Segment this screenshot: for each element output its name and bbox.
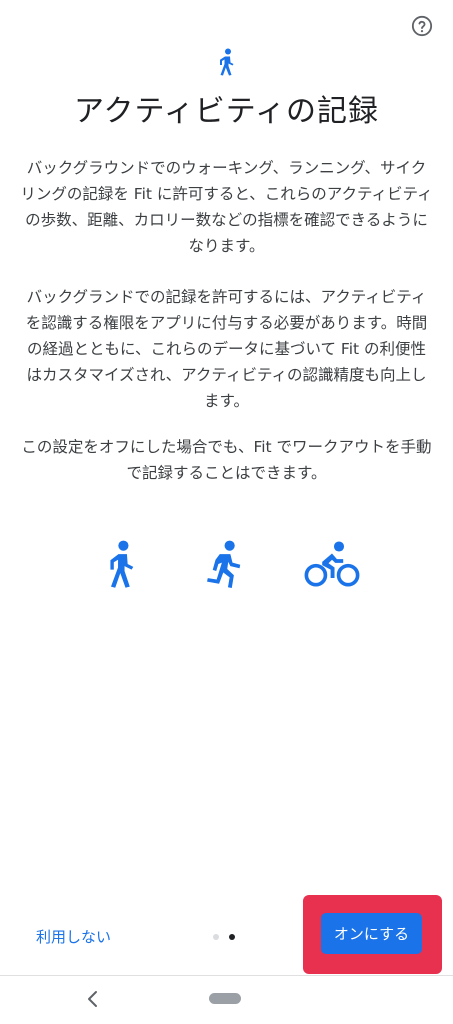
- page-dot-2-active: [229, 934, 235, 940]
- skip-button[interactable]: 利用しない: [36, 926, 111, 947]
- system-navigation-bar: [0, 975, 453, 1024]
- description-paragraph-1: バックグラウンドでのウォーキング、ランニング、サイクリングの記録を Fit に許…: [20, 159, 433, 255]
- walking-icon: [110, 540, 134, 588]
- running-icon: [207, 540, 241, 588]
- description-paragraph-3: この設定をオフにした場合でも、Fit でワークアウトを手動で記録することはできま…: [21, 438, 432, 482]
- turn-on-button[interactable]: オンにする: [321, 913, 422, 954]
- back-chevron-icon[interactable]: [83, 988, 103, 1010]
- footer-bar: 利用しない オンにする: [0, 895, 453, 975]
- cycling-icon: [304, 541, 360, 587]
- help-circle-icon: [411, 15, 433, 37]
- home-pill-icon[interactable]: [209, 993, 241, 1004]
- page-indicator: [213, 934, 235, 940]
- onboarding-screen: アクティビティの記録 バックグラウンドでのウォーキング、ランニング、サイクリング…: [0, 0, 453, 1024]
- walking-icon: [220, 48, 234, 76]
- page-title: アクティビティの記録: [74, 94, 379, 129]
- description-paragraph-2: バックグランドでの記録を許可するには、アクティビティを認識する権限をアプリに付与…: [25, 288, 428, 410]
- page-dot-1: [213, 934, 219, 940]
- help-button[interactable]: [409, 13, 435, 39]
